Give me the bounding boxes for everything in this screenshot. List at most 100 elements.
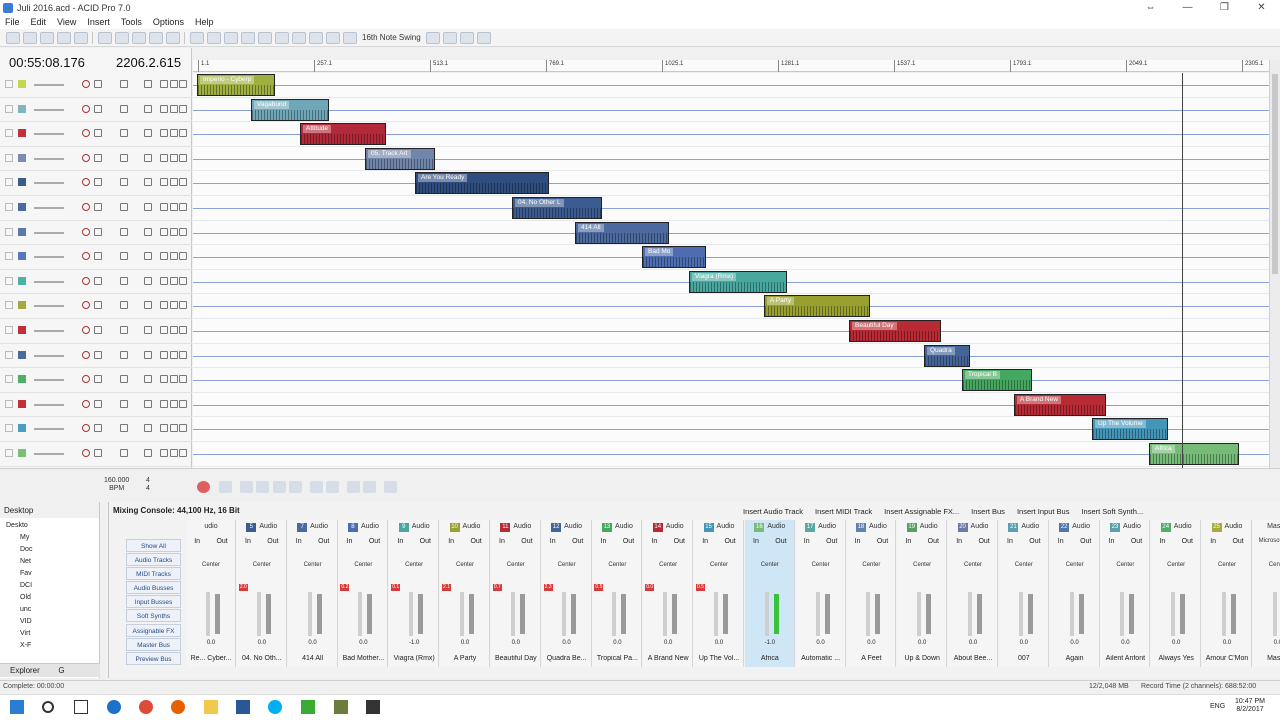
filter-button[interactable]: Assignable FX — [126, 623, 181, 637]
track-lane[interactable]: Vagabund — [193, 98, 1269, 123]
filter-button[interactable]: Master Bus — [126, 637, 181, 651]
record-arm-icon[interactable] — [82, 80, 90, 88]
volume-envelope[interactable] — [193, 109, 1269, 111]
strip-name[interactable]: Always Yes — [1151, 655, 1201, 662]
peak-indicator[interactable]: 2.0 — [238, 584, 248, 591]
open-icon[interactable] — [22, 31, 37, 44]
fx-icon[interactable] — [144, 129, 152, 138]
pan-control[interactable]: Center — [542, 562, 592, 568]
solo-icon[interactable] — [120, 326, 128, 334]
track-lane[interactable]: 04. No Other L — [193, 196, 1269, 221]
output-button[interactable]: Out — [826, 538, 837, 545]
render-icon[interactable] — [56, 31, 71, 44]
settings-icon[interactable] — [477, 31, 492, 44]
mute-icon[interactable] — [94, 375, 102, 384]
app-icon[interactable] — [334, 700, 348, 714]
fx-icon[interactable] — [144, 227, 152, 236]
solo-icon[interactable] — [120, 178, 128, 187]
output-button[interactable]: Out — [1131, 538, 1142, 545]
volume-fader[interactable] — [1120, 592, 1125, 636]
audio-clip[interactable]: Quadra — [924, 344, 970, 367]
mute-icon[interactable] — [94, 153, 102, 162]
menu-file[interactable]: File — [0, 17, 26, 27]
track-header[interactable] — [0, 368, 192, 393]
settings-icon[interactable] — [160, 399, 168, 408]
channel-strip[interactable]: 24 Audio In Out Center 0.0 Always Yes — [1151, 520, 1202, 667]
audio-clip[interactable]: 414 All — [575, 221, 669, 244]
paint-tool-icon[interactable] — [274, 31, 289, 44]
track-lane[interactable]: Tropical B — [193, 368, 1269, 393]
resize-icon[interactable]: ⇔ — [1132, 2, 1169, 13]
filter-button[interactable]: MIDI Tracks — [126, 567, 181, 581]
track-grip-icon[interactable] — [5, 129, 13, 138]
windows-start-icon[interactable] — [10, 700, 24, 714]
fx-icon[interactable] — [144, 276, 152, 285]
mute-icon[interactable] — [94, 252, 102, 261]
volume-envelope[interactable] — [193, 183, 1269, 185]
strip-name[interactable]: Ailent Anfont — [1100, 655, 1150, 662]
channel-strip[interactable]: 9 Audio In Out Center -1.0 Viagra (Rmx) 0.1 — [389, 520, 440, 667]
folder-item[interactable]: My — [6, 532, 99, 544]
file-explorer-icon[interactable] — [204, 700, 218, 714]
zoom-icon[interactable] — [189, 31, 204, 44]
metronome-icon[interactable] — [443, 31, 458, 44]
timeline-scrollbar[interactable] — [1269, 60, 1280, 468]
input-button[interactable]: In — [1159, 538, 1165, 545]
mute-icon[interactable] — [94, 301, 102, 310]
timeline-area[interactable]: Imperio - Cyberp Vagabund Attitude 05. Trac… — [193, 73, 1269, 468]
output-button[interactable]: Out — [1182, 538, 1193, 545]
explorer-header[interactable]: Desktop — [0, 502, 99, 518]
peak-indicator[interactable]: 2.1 — [442, 584, 451, 591]
input-button[interactable]: In — [956, 538, 962, 545]
settings-icon[interactable] — [160, 449, 168, 457]
pan-control[interactable]: Center — [237, 562, 287, 568]
track-grip-icon[interactable] — [5, 203, 13, 211]
channel-strip[interactable]: udio In Out Center 0.0 Re... Cyber... — [186, 520, 236, 667]
strip-name[interactable]: Up & Down — [897, 655, 947, 662]
firefox-icon[interactable] — [171, 700, 185, 714]
save-icon[interactable] — [39, 31, 54, 44]
settings-icon[interactable] — [160, 178, 168, 187]
filter-button[interactable]: Preview Bus — [126, 651, 181, 665]
volume-envelope[interactable] — [193, 85, 1269, 86]
audio-clip[interactable]: 04. No Other L — [512, 197, 602, 219]
input-button[interactable]: In — [651, 538, 657, 545]
pan-control[interactable]: Center — [338, 562, 388, 568]
mute-icon[interactable] — [94, 350, 102, 359]
channel-strip[interactable]: 5 Audio In Out Center 0.0 04. No Oth... 2.0 — [236, 520, 287, 667]
volume-envelope[interactable] — [193, 380, 1269, 382]
track-volume-slider[interactable] — [34, 256, 64, 259]
automation-icon[interactable] — [170, 326, 178, 334]
pause-icon[interactable] — [273, 481, 286, 493]
output-button[interactable]: Out — [318, 538, 329, 545]
automation-icon[interactable] — [170, 276, 178, 285]
filter-button[interactable]: Show All — [126, 539, 181, 552]
record-arm-icon[interactable] — [82, 104, 90, 113]
strip-name[interactable]: Master — [1253, 655, 1280, 662]
fx-icon[interactable] — [144, 301, 152, 310]
track-volume-slider[interactable] — [34, 84, 64, 86]
strip-name[interactable]: Viagra (Rmx) — [389, 655, 439, 662]
filter-button[interactable]: Audio Tracks — [126, 553, 181, 567]
record-arm-icon[interactable] — [82, 375, 90, 384]
track-header[interactable] — [0, 98, 192, 123]
output-button[interactable]: Out — [216, 538, 227, 545]
skype-icon[interactable] — [268, 700, 282, 714]
input-button[interactable]: In — [804, 538, 810, 545]
record-arm-icon[interactable] — [82, 301, 90, 310]
channel-strip[interactable]: 7 Audio In Out Center 0.0 414 All — [287, 520, 338, 667]
bypass-icon[interactable] — [179, 104, 187, 113]
pan-control[interactable]: Center — [897, 562, 947, 568]
solo-icon[interactable] — [120, 227, 128, 236]
paste-icon[interactable] — [131, 31, 146, 44]
fx-icon[interactable] — [144, 203, 152, 211]
strip-name[interactable]: 414 All — [288, 655, 338, 662]
automation-icon[interactable] — [170, 424, 178, 433]
track-header[interactable] — [0, 270, 192, 295]
spotify-icon[interactable] — [301, 700, 315, 714]
pan-control[interactable]: Center — [796, 562, 846, 568]
volume-fader[interactable] — [460, 592, 464, 636]
draw-tool-icon[interactable] — [240, 31, 255, 44]
solo-icon[interactable] — [120, 203, 128, 211]
track-volume-slider[interactable] — [34, 379, 64, 382]
